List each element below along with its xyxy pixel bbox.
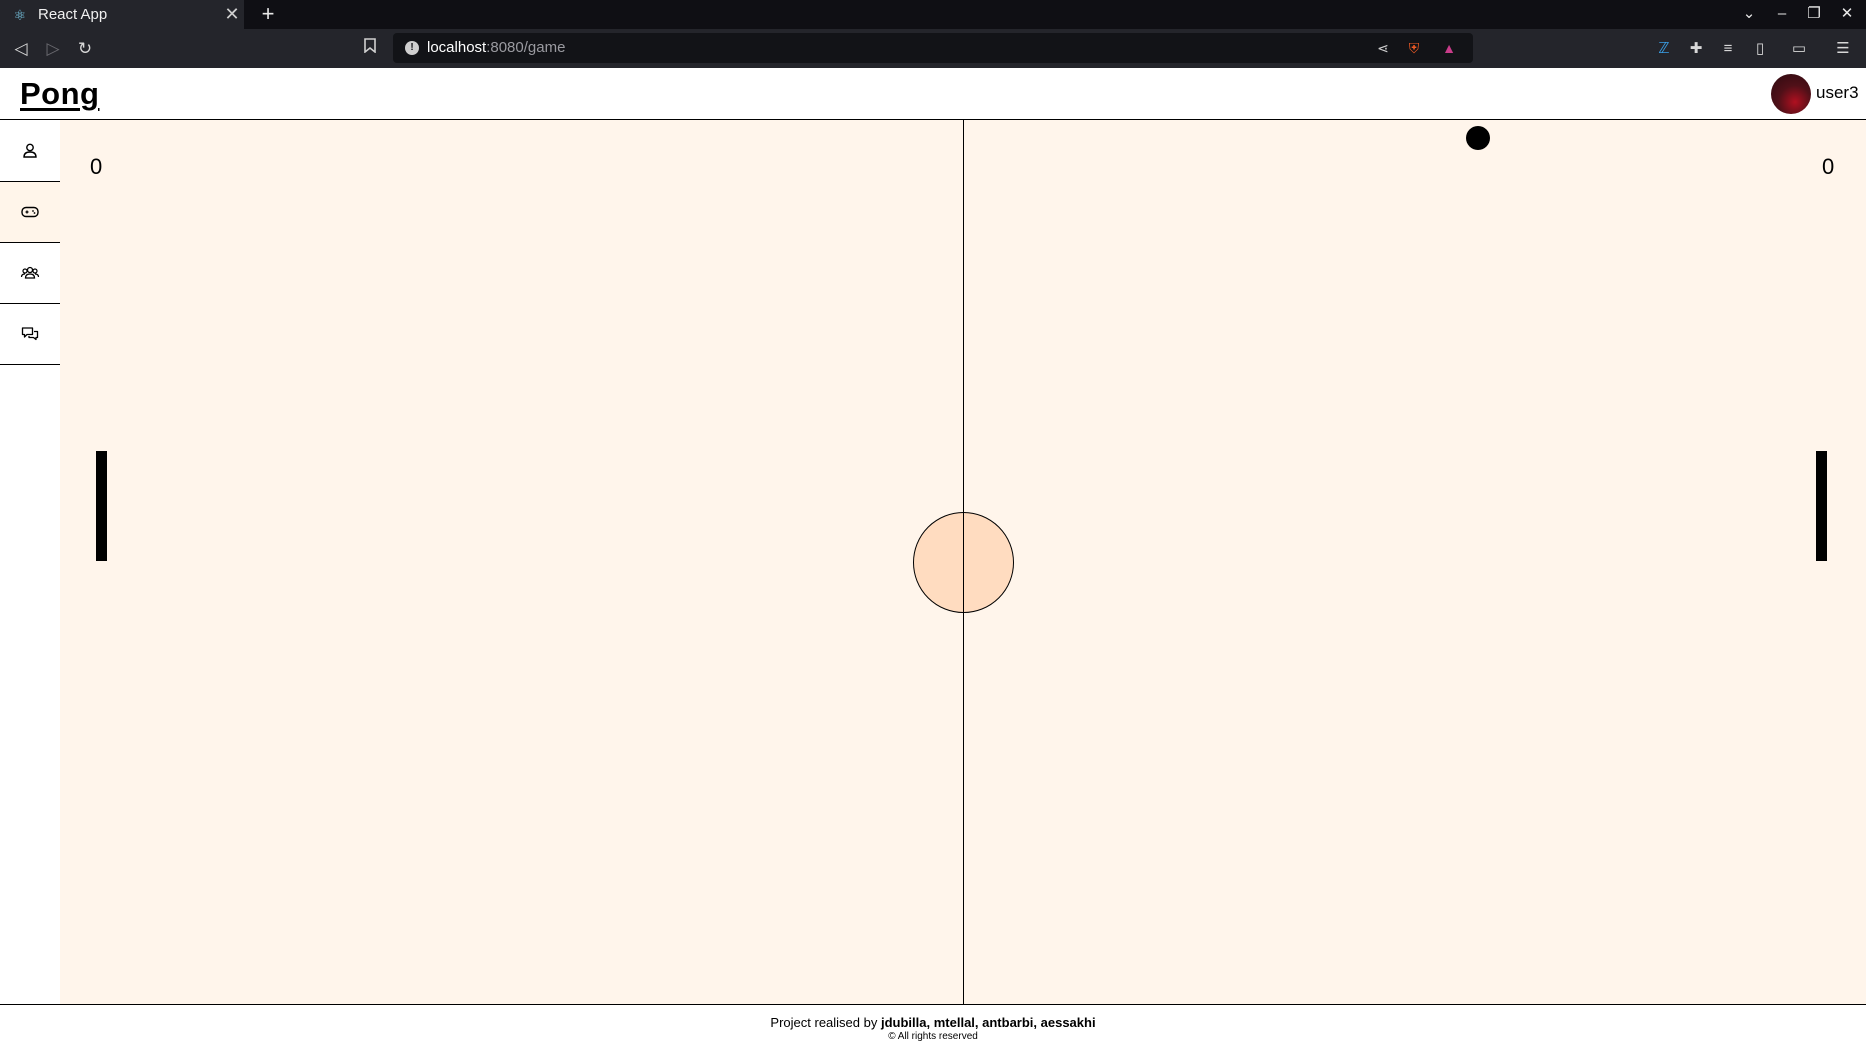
puzzle-icon[interactable]: ✚ — [1684, 37, 1708, 61]
tab-list-icon[interactable]: ⌄ — [1737, 3, 1761, 25]
sidebar-item-profile[interactable] — [0, 121, 60, 182]
footer-prefix: Project realised by — [770, 1015, 878, 1030]
center-circle-line — [963, 512, 964, 613]
brave-shields-icon[interactable]: ⛨ — [1404, 39, 1424, 57]
window-close-icon[interactable]: ✕ — [1835, 3, 1859, 25]
browser-toolbar: ◁ ▷ ↻ ! localhost:8080/game ⋖ ⛨ ▲ ℤ ✚ ≡ … — [0, 29, 1866, 68]
tab-close-icon[interactable]: ✕ — [220, 4, 244, 25]
paddle-left — [96, 451, 107, 561]
avatar[interactable] — [1771, 74, 1811, 114]
playlist-icon[interactable]: ≡ — [1716, 37, 1740, 61]
footer-credits: Project realised by jdubilla, mtellal, a… — [0, 1015, 1866, 1030]
url-host: localhost — [427, 39, 487, 56]
browser-tab[interactable]: ⚛ React App ✕ — [0, 0, 244, 29]
gamepad-icon — [21, 206, 39, 218]
app-logo[interactable]: Pong — [20, 76, 100, 112]
address-bar[interactable]: ! localhost:8080/game ⋖ ⛨ ▲ — [393, 33, 1473, 63]
bookmark-icon[interactable] — [360, 37, 380, 59]
sidebar — [0, 121, 60, 1005]
sidebar-item-friends[interactable] — [0, 243, 60, 304]
users-icon — [20, 266, 40, 279]
wallet-icon[interactable]: ▭ — [1787, 37, 1811, 61]
menu-icon[interactable]: ☰ — [1831, 37, 1855, 61]
sidebar-item-game[interactable] — [0, 182, 60, 243]
translate-extension-icon[interactable]: ℤ — [1652, 37, 1676, 61]
url-path: :8080/game — [486, 39, 566, 56]
footer-rights: © All rights reserved — [888, 1031, 978, 1042]
score-left: 0 — [90, 154, 103, 179]
tab-title: React App — [38, 6, 108, 23]
user-icon — [23, 143, 37, 158]
react-icon: ⚛ — [13, 6, 27, 23]
ball — [1466, 126, 1490, 150]
reload-icon[interactable]: ↻ — [73, 37, 97, 61]
forward-icon[interactable]: ▷ — [41, 37, 65, 61]
back-icon[interactable]: ◁ — [9, 37, 33, 61]
chat-icon — [21, 327, 39, 341]
brave-rewards-icon[interactable]: ▲ — [1439, 39, 1459, 57]
restore-icon[interactable]: ❐ — [1802, 3, 1826, 25]
browser-tabbar: ⚛ React App ✕ + ⌄ – ❐ ✕ — [0, 0, 1866, 29]
new-tab-button[interactable]: + — [256, 2, 280, 26]
game-field[interactable]: 0 0 — [60, 120, 1866, 1004]
paddle-right — [1816, 451, 1827, 561]
sidebar-item-chat[interactable] — [0, 304, 60, 365]
sidebar-icon[interactable]: ▯ — [1748, 37, 1772, 61]
footer: Project realised by jdubilla, mtellal, a… — [0, 1004, 1866, 1053]
score-right: 0 — [1822, 154, 1835, 179]
minimize-icon[interactable]: – — [1770, 3, 1794, 25]
username[interactable]: user3 — [1816, 83, 1859, 103]
footer-authors: jdubilla, mtellal, antbarbi, aessakhi — [881, 1015, 1096, 1030]
site-info-icon[interactable]: ! — [405, 41, 419, 55]
url-text: localhost:8080/game — [427, 39, 565, 56]
share-icon[interactable]: ⋖ — [1373, 39, 1393, 57]
app-header: Pong user3 — [0, 68, 1866, 120]
